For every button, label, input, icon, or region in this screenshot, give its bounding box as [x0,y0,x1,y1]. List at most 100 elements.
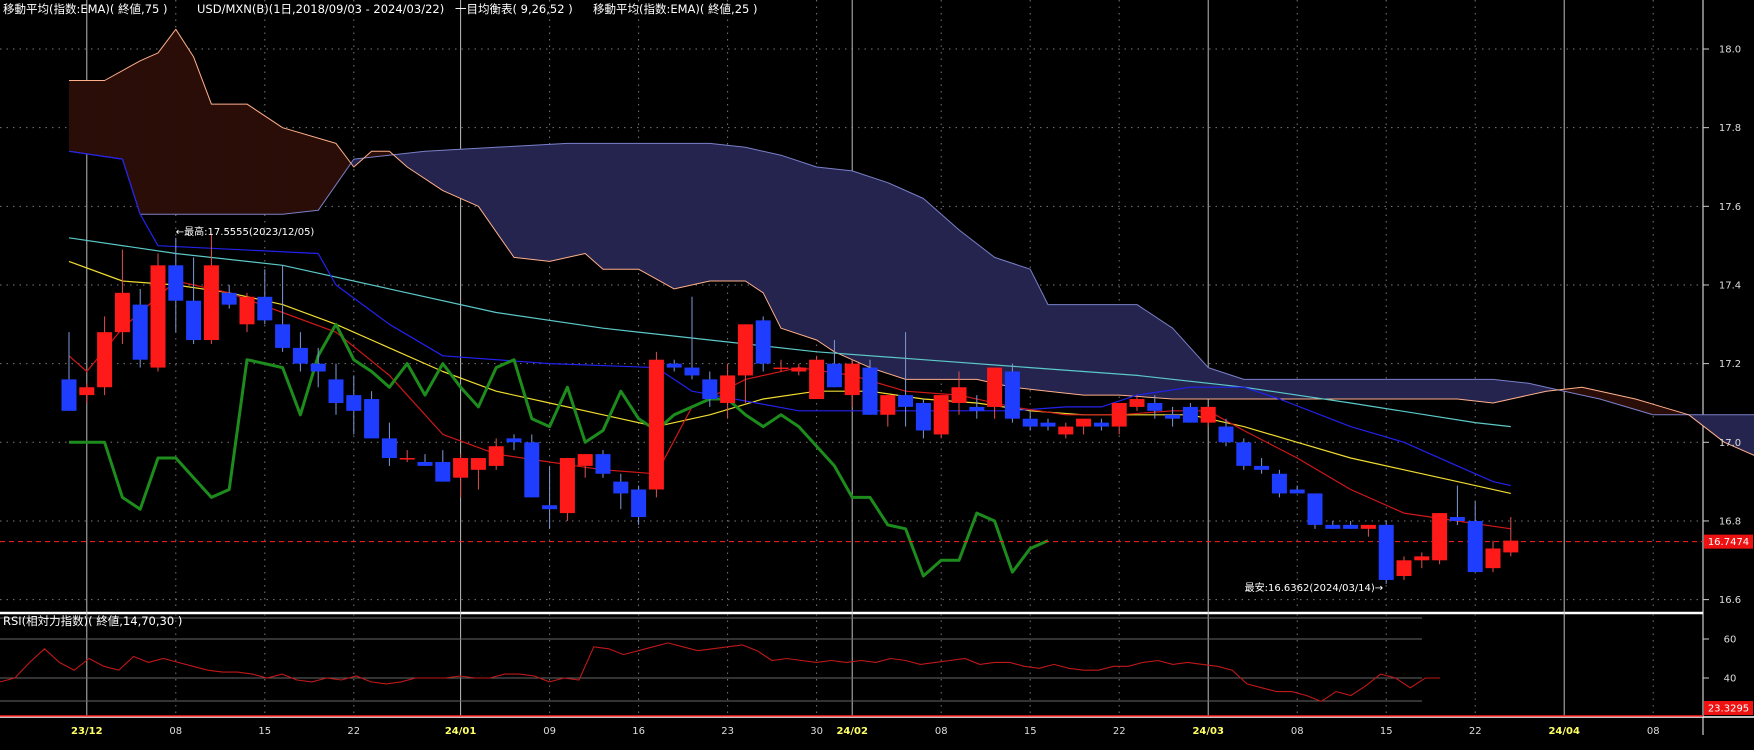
cloud-segment [202,80,208,215]
cloud-segment [772,153,778,320]
cloud-segment [1159,319,1165,399]
candle[interactable] [1432,513,1448,565]
candle-body [577,454,593,466]
candle[interactable] [524,434,540,498]
cloud-segment [1457,379,1463,400]
cloud-segment [1421,379,1427,400]
candle-body [1040,422,1056,427]
candle[interactable] [862,359,878,415]
candle-body [1414,556,1430,561]
candle[interactable] [150,253,166,372]
cloud-segment [727,145,733,282]
cloud-segment [798,161,804,336]
candle-body [470,458,486,470]
cloud-segment [269,118,275,215]
candle-body [275,324,291,348]
cloud-segment [1448,379,1454,400]
cloud-segment [536,144,542,261]
cloud-segment [696,143,702,284]
cloud-segment [1061,304,1067,394]
cloud-segment [1110,304,1116,396]
x-tick-label: 15 [1024,726,1037,737]
cloud-segment [789,158,795,333]
candle[interactable] [933,395,949,439]
cloud-segment [1056,304,1062,393]
candle-body [1360,524,1376,529]
candle-body [488,446,504,466]
cloud-segment [1185,342,1191,400]
cloud-segment [1163,322,1169,399]
y-tick-label: 17.6 [1719,202,1741,213]
chart-canvas[interactable]: 18.0 17.8 17.6 17.4 17.2 17.0 16.8 16.6 23/12 08 1… [0,0,1754,750]
cloud-segment [1119,304,1125,396]
cloud-segment [562,143,568,259]
candle-body [1485,548,1501,569]
cloud-segment [473,148,479,207]
cloud-segment [678,143,684,288]
candle[interactable] [648,351,664,498]
cloud-segment [100,80,106,157]
x-tick-label: 08 [169,726,182,737]
candle[interactable] [1307,493,1323,529]
cloud-segment [220,104,226,215]
cloud-segment [651,143,657,280]
cloud-segment [1635,399,1641,411]
cloud-segment [1390,379,1396,400]
candle-body [292,347,308,364]
cloud-segment [1506,380,1512,401]
cloud-segment [1715,414,1721,439]
cloud-segment [887,182,893,375]
cloud-segment [1386,379,1392,400]
candle[interactable] [1236,438,1252,470]
cloud-segment [331,142,337,192]
candle[interactable] [559,458,575,521]
candle-body [542,505,558,510]
cloud-segment [1012,263,1018,388]
cloud-segment [73,80,79,153]
cloud-segment [91,80,97,156]
candle-body [257,296,273,321]
rsi-y-tick-label: 40 [1724,674,1737,685]
cloud-segment [1355,379,1361,400]
cloud-segment [1372,379,1378,400]
cloud-segment [198,68,204,215]
cloud-segment [594,143,600,266]
cloud-segment [1101,304,1107,396]
cloud-segment [273,121,279,215]
cloud-segment [1412,379,1418,400]
candle[interactable] [1271,469,1287,498]
cloud-segment [95,80,101,156]
cloud-segment [990,254,996,384]
y-tick-label: 17.0 [1719,438,1741,449]
candle-body [1432,513,1448,561]
cloud-segment [456,149,462,199]
cloud-segment [322,139,328,204]
x-tick-label: 23 [721,726,734,737]
cloud-segment [82,80,88,154]
cloud-segment [852,170,858,362]
cloud-segment [309,135,315,212]
cloud-segment [1292,379,1298,400]
cloud-segment [999,258,1005,386]
candle[interactable] [595,450,611,478]
candle-body [631,489,647,518]
cloud-segment [86,80,92,155]
candle[interactable] [809,355,825,400]
x-tick-label: 24/02 [836,726,868,737]
candle-body [399,458,415,460]
cloud-segment [126,65,132,187]
x-tick-label: 16 [632,726,645,737]
y-tick-label: 17.2 [1719,359,1741,370]
candle-body [1343,524,1359,529]
cloud-segment [776,154,782,329]
cloud-segment [144,56,150,215]
cloud-segment [1025,267,1031,390]
cloud-segment [754,149,760,290]
cloud-segment [656,143,662,282]
y-tick-label: 18.0 [1719,45,1741,56]
candle[interactable] [1378,520,1394,584]
candle[interactable] [1004,363,1020,423]
cloud-segment [625,143,631,270]
candle[interactable] [755,316,771,372]
candle-body [1503,540,1519,553]
